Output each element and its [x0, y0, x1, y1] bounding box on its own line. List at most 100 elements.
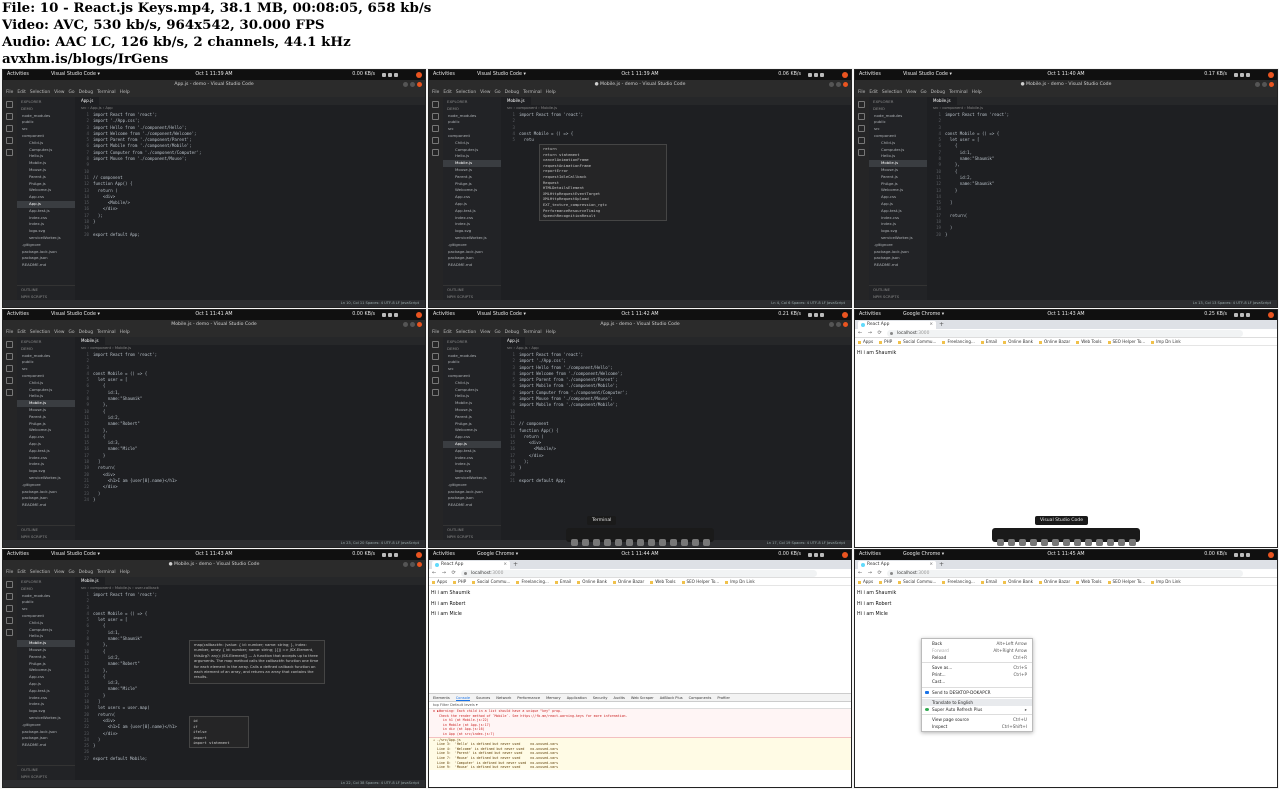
new-tab-button[interactable]: +: [939, 560, 944, 569]
tree-item[interactable]: Mobile.js: [443, 160, 501, 167]
tree-item[interactable]: package-lock.json: [17, 489, 75, 496]
autocomplete-popup[interactable]: id if ifelse import import statement: [189, 716, 249, 748]
battery-icon[interactable]: [820, 553, 824, 557]
tree-item[interactable]: Welcome.js: [17, 427, 75, 434]
tree-item[interactable]: node_modules: [443, 113, 501, 120]
tree-item[interactable]: Computer.js: [17, 387, 75, 394]
tree-item[interactable]: App.test.js: [443, 208, 501, 215]
devtools-tab[interactable]: Audits: [614, 696, 625, 700]
tree-item[interactable]: Hello.js: [443, 393, 501, 400]
tree-item[interactable]: Computer.js: [17, 627, 75, 634]
bookmark[interactable]: PHP: [453, 579, 466, 584]
extensions-icon[interactable]: [432, 389, 439, 396]
source-control-icon[interactable]: [432, 365, 439, 372]
tree-item[interactable]: Child.js: [17, 380, 75, 387]
tree-item[interactable]: Mouse.js: [869, 167, 927, 174]
menu-selection[interactable]: Selection: [456, 90, 476, 95]
tree-item[interactable]: logo.svg: [443, 228, 501, 235]
dock-app-icon[interactable]: [1095, 539, 1103, 546]
editor-tab[interactable]: App.js: [501, 337, 526, 345]
tree-item[interactable]: package-lock.json: [869, 249, 927, 256]
tree-item[interactable]: PhAge.js: [17, 421, 75, 428]
suggestion[interactable]: import statement: [193, 740, 245, 746]
system-tray[interactable]: [807, 71, 837, 79]
tree-item[interactable]: public: [869, 119, 927, 126]
files-icon[interactable]: [6, 581, 13, 588]
debug-icon[interactable]: [432, 137, 439, 144]
editor-tab[interactable]: Mobile.js: [75, 337, 105, 345]
close-button[interactable]: [1269, 82, 1274, 87]
bookmark[interactable]: SEO Helper To...: [682, 579, 720, 584]
battery-icon[interactable]: [1246, 553, 1250, 557]
menu-view[interactable]: View: [480, 90, 490, 95]
outline-section[interactable]: OUTLINE: [447, 526, 501, 533]
network-icon[interactable]: [808, 553, 812, 557]
tree-item[interactable]: Child.js: [17, 140, 75, 147]
system-tray[interactable]: [381, 551, 411, 559]
tree-item[interactable]: Mouse.js: [17, 167, 75, 174]
tab-close-icon[interactable]: ×: [503, 561, 507, 569]
bookmark[interactable]: Web Tools: [650, 579, 675, 584]
devtools-tab[interactable]: Elements: [433, 696, 450, 700]
tree-item[interactable]: App.test.js: [869, 208, 927, 215]
menu-file[interactable]: File: [858, 90, 865, 95]
system-tray[interactable]: [1233, 551, 1263, 559]
tree-item[interactable]: serviceWorker.js: [17, 715, 75, 722]
menu-file[interactable]: File: [6, 570, 13, 575]
bookmark[interactable]: Email: [981, 579, 997, 584]
source-control-icon[interactable]: [6, 605, 13, 612]
tree-item[interactable]: PhAge.js: [17, 661, 75, 668]
tree-item[interactable]: .gitignore: [17, 242, 75, 249]
bookmark[interactable]: Social Commu...: [472, 579, 510, 584]
menu-view[interactable]: View: [480, 330, 490, 335]
bookmark[interactable]: Online Bank: [577, 579, 607, 584]
tree-item[interactable]: Welcome.js: [17, 187, 75, 194]
tree-item[interactable]: package-lock.json: [443, 489, 501, 496]
network-icon[interactable]: [1234, 553, 1238, 557]
tree-item[interactable]: package.json: [17, 255, 75, 262]
context-menu-item[interactable]: Translate to English: [922, 698, 1032, 706]
tree-item[interactable]: serviceWorker.js: [443, 235, 501, 242]
battery-icon[interactable]: [820, 73, 824, 77]
tree-item[interactable]: index.css: [17, 455, 75, 462]
devtools-tab[interactable]: Performance: [517, 696, 540, 700]
context-menu-item[interactable]: Reload Ctrl+R: [922, 654, 1032, 661]
editor-tab[interactable]: Mobile.js: [927, 97, 957, 105]
menu-debug[interactable]: Debug: [505, 330, 519, 335]
menu-help[interactable]: Help: [546, 330, 556, 335]
tree-item[interactable]: package.json: [443, 495, 501, 502]
nav-buttons[interactable]: ← → ⟳: [858, 569, 884, 578]
tree-item[interactable]: Parent.js: [17, 174, 75, 181]
battery-icon[interactable]: [1246, 73, 1250, 77]
devtools-tab[interactable]: Console: [455, 696, 471, 701]
dock-app-icon[interactable]: [1007, 539, 1015, 546]
dock-app-icon[interactable]: [592, 539, 600, 546]
source-control-icon[interactable]: [6, 365, 13, 372]
tree-item[interactable]: Computer.js: [17, 147, 75, 154]
tab-close-icon[interactable]: ×: [929, 321, 933, 329]
tree-item[interactable]: index.css: [443, 455, 501, 462]
volume-icon[interactable]: [814, 553, 818, 557]
tree-item[interactable]: index.js: [17, 461, 75, 468]
menu-terminal[interactable]: Terminal: [97, 90, 116, 95]
menu-debug[interactable]: Debug: [79, 570, 93, 575]
extensions-icon[interactable]: [6, 389, 13, 396]
volume-icon[interactable]: [814, 313, 818, 317]
tree-item[interactable]: index.css: [17, 215, 75, 222]
tree-item[interactable]: component: [17, 373, 75, 380]
context-menu-item[interactable]: Save as... Ctrl+S: [922, 664, 1032, 671]
tree-item[interactable]: Hello.js: [443, 153, 501, 160]
minimize-button[interactable]: [1255, 82, 1260, 87]
tree-item[interactable]: App.test.js: [17, 208, 75, 215]
bookmark[interactable]: Web Tools: [1076, 579, 1101, 584]
tree-item[interactable]: App.js: [17, 681, 75, 688]
menu-file[interactable]: File: [6, 330, 13, 335]
power-icon[interactable]: [842, 312, 848, 318]
maximize-button[interactable]: [410, 562, 415, 567]
bookmark[interactable]: Imp Dn Link: [1151, 339, 1181, 344]
debug-icon[interactable]: [6, 617, 13, 624]
tree-item[interactable]: serviceWorker.js: [869, 235, 927, 242]
tree-item[interactable]: App.js: [17, 200, 75, 208]
system-tray[interactable]: [1233, 311, 1263, 319]
code-area[interactable]: 1 import React from 'react'; 2 3 4 const Mobi…: [501, 111, 851, 143]
